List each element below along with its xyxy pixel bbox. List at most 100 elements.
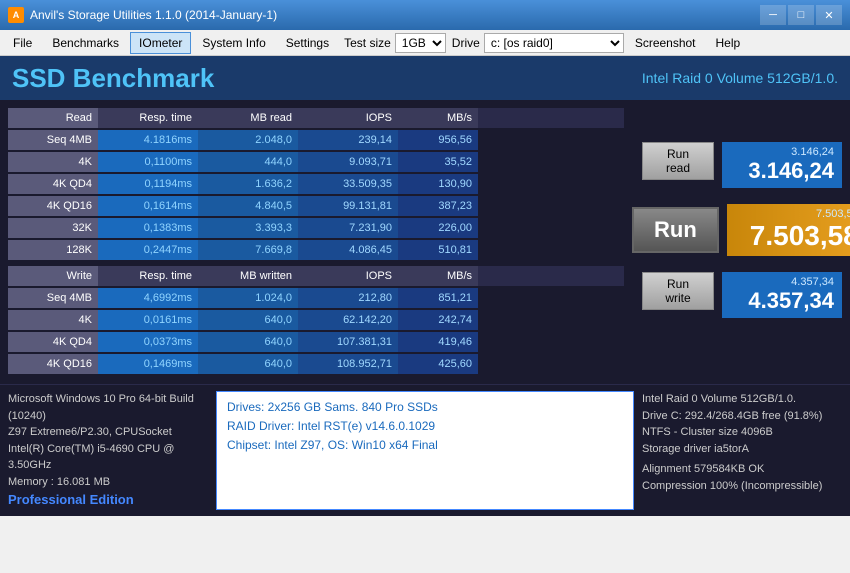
read-mb-4k: 444,0	[198, 152, 298, 172]
menu-help[interactable]: Help	[707, 32, 750, 54]
drive-select[interactable]: c: [os raid0]	[484, 33, 624, 53]
write-label-seq4mb: Seq 4MB	[8, 288, 98, 308]
read-resp-4kqd16: 0,1614ms	[98, 196, 198, 216]
write-col-header: Write	[8, 266, 98, 286]
run-read-button[interactable]: Run read	[642, 142, 714, 180]
run-write-button[interactable]: Run write	[642, 272, 714, 310]
drives-line2: RAID Driver: Intel RST(e) v14.6.0.1029	[227, 417, 623, 436]
read-resp-seq4mb: 4.1816ms	[98, 130, 198, 150]
read-row-4kqd16: 4K QD16 0,1614ms 4.840,5 99.131,81 387,2…	[8, 196, 624, 216]
menu-iometer[interactable]: IOmeter	[130, 32, 191, 54]
read-iops-4kqd16: 99.131,81	[298, 196, 398, 216]
read-label-32k: 32K	[8, 218, 98, 238]
write-label-4kqd4: 4K QD4	[8, 332, 98, 352]
minimize-button[interactable]: ─	[760, 5, 786, 25]
pro-edition-label: Professional Edition	[8, 490, 208, 510]
iops-write-col-header: IOPS	[298, 266, 398, 286]
test-size-select[interactable]: 1GB 4GB	[395, 33, 446, 53]
read-mb-4kqd4: 1.636,2	[198, 174, 298, 194]
read-resp-4k: 0,1100ms	[98, 152, 198, 172]
write-row-4kqd4: 4K QD4 0,0373ms 640,0 107.381,31 419,46	[8, 332, 624, 352]
resp-time-write-col-header: Resp. time	[98, 266, 198, 286]
write-resp-4kqd16: 0,1469ms	[98, 354, 198, 374]
mbs-read-col-header: MB/s	[398, 108, 478, 128]
menu-system-info[interactable]: System Info	[193, 32, 274, 54]
right-panel: Run read 3.146,24 3.146,24 Run 7.503,58 …	[632, 108, 842, 376]
mb-read-col-header: MB read	[198, 108, 298, 128]
write-table-header: Write Resp. time MB written IOPS MB/s	[8, 266, 624, 286]
sys-line1: Microsoft Windows 10 Pro 64-bit Build (1…	[8, 391, 208, 424]
main-content: SSD Benchmark Intel Raid 0 Volume 512GB/…	[0, 56, 850, 516]
write-mbs-4k: 242,74	[398, 310, 478, 330]
read-table-header: Read Resp. time MB read IOPS MB/s	[8, 108, 624, 128]
total-score-large: 7.503,58	[735, 220, 850, 252]
mb-write-col-header: MB written	[198, 266, 298, 286]
benchmark-title: SSD Benchmark	[12, 63, 214, 94]
write-score-large: 4.357,34	[730, 288, 834, 314]
write-label-4kqd16: 4K QD16	[8, 354, 98, 374]
write-mb-4k: 640,0	[198, 310, 298, 330]
read-row-32k: 32K 0,1383ms 3.393,3 7.231,90 226,00	[8, 218, 624, 238]
raid-line6: Alignment 579584KB OK	[642, 461, 842, 478]
raid-line1: Intel Raid 0 Volume 512GB/1.0.	[642, 391, 842, 408]
read-score-small: 3.146,24	[730, 146, 834, 158]
read-iops-seq4mb: 239,14	[298, 130, 398, 150]
raid-line2: Drive C: 292.4/268.4GB free (91.8%)	[642, 408, 842, 425]
close-button[interactable]: ✕	[816, 5, 842, 25]
read-mbs-4kqd4: 130,90	[398, 174, 478, 194]
read-resp-4kqd4: 0,1194ms	[98, 174, 198, 194]
drives-line1: Drives: 2x256 GB Sams. 840 Pro SSDs	[227, 398, 623, 417]
footer-drives-info: Drives: 2x256 GB Sams. 840 Pro SSDs RAID…	[216, 391, 634, 510]
write-row-4kqd16: 4K QD16 0,1469ms 640,0 108.952,71 425,60	[8, 354, 624, 374]
write-mb-seq4mb: 1.024,0	[198, 288, 298, 308]
total-score-small: 7.503,58	[735, 208, 850, 220]
maximize-button[interactable]: □	[788, 5, 814, 25]
mbs-write-col-header: MB/s	[398, 266, 478, 286]
read-row-4kqd4: 4K QD4 0,1194ms 1.636,2 33.509,35 130,90	[8, 174, 624, 194]
header-subtitle: Intel Raid 0 Volume 512GB/1.0.	[642, 70, 838, 86]
benchmark-table: Read Resp. time MB read IOPS MB/s Seq 4M…	[8, 108, 624, 376]
title-bar: A Anvil's Storage Utilities 1.1.0 (2014-…	[0, 0, 850, 30]
write-resp-4kqd4: 0,0373ms	[98, 332, 198, 352]
read-row-4k: 4K 0,1100ms 444,0 9.093,71 35,52	[8, 152, 624, 172]
read-mb-128k: 7.669,8	[198, 240, 298, 260]
window-controls: ─ □ ✕	[760, 5, 842, 25]
read-label-4kqd16: 4K QD16	[8, 196, 98, 216]
footer: Microsoft Windows 10 Pro 64-bit Build (1…	[0, 384, 850, 516]
resp-time-col-header: Resp. time	[98, 108, 198, 128]
write-mb-4kqd16: 640,0	[198, 354, 298, 374]
footer-system-info: Microsoft Windows 10 Pro 64-bit Build (1…	[8, 391, 208, 510]
sys-line2: Z97 Extreme6/P2.30, CPUSocket	[8, 424, 208, 441]
read-col-header: Read	[8, 108, 98, 128]
footer-raid-info: Intel Raid 0 Volume 512GB/1.0. Drive C: …	[642, 391, 842, 510]
read-mbs-128k: 510,81	[398, 240, 478, 260]
drive-label: Drive	[452, 36, 480, 50]
read-mbs-32k: 226,00	[398, 218, 478, 238]
menu-screenshot[interactable]: Screenshot	[626, 32, 705, 54]
write-resp-4k: 0,0161ms	[98, 310, 198, 330]
write-mbs-4kqd4: 419,46	[398, 332, 478, 352]
raid-line7: Compression 100% (Incompressible)	[642, 478, 842, 495]
write-mbs-seq4mb: 851,21	[398, 288, 478, 308]
header: SSD Benchmark Intel Raid 0 Volume 512GB/…	[0, 56, 850, 100]
write-iops-4kqd16: 108.952,71	[298, 354, 398, 374]
write-row-4k: 4K 0,0161ms 640,0 62.142,20 242,74	[8, 310, 624, 330]
read-iops-32k: 7.231,90	[298, 218, 398, 238]
read-mb-4kqd16: 4.840,5	[198, 196, 298, 216]
run-button[interactable]: Run	[632, 207, 719, 253]
sys-line3: Intel(R) Core(TM) i5-4690 CPU @ 3.50GHz	[8, 441, 208, 474]
benchmark-area: Read Resp. time MB read IOPS MB/s Seq 4M…	[0, 100, 850, 384]
menu-benchmarks[interactable]: Benchmarks	[43, 32, 128, 54]
write-mbs-4kqd16: 425,60	[398, 354, 478, 374]
read-mbs-seq4mb: 956,56	[398, 130, 478, 150]
menu-settings[interactable]: Settings	[277, 32, 338, 54]
raid-line3: NTFS - Cluster size 4096B	[642, 424, 842, 441]
read-label-128k: 128K	[8, 240, 98, 260]
iops-read-col-header: IOPS	[298, 108, 398, 128]
title-bar-text: Anvil's Storage Utilities 1.1.0 (2014-Ja…	[30, 8, 760, 22]
read-mb-32k: 3.393,3	[198, 218, 298, 238]
test-size-group: Test size 1GB 4GB	[344, 33, 446, 53]
menu-file[interactable]: File	[4, 32, 41, 54]
drives-line3: Chipset: Intel Z97, OS: Win10 x64 Final	[227, 436, 623, 455]
read-mbs-4kqd16: 387,23	[398, 196, 478, 216]
